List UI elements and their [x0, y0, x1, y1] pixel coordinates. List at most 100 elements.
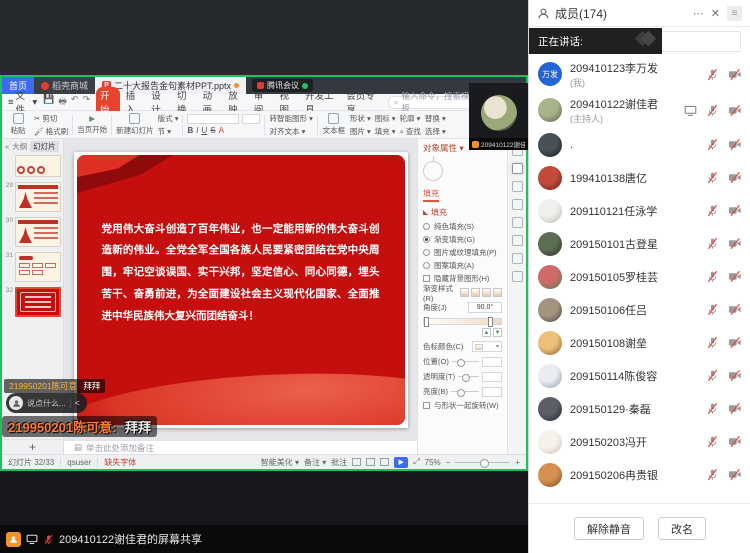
member-row[interactable]: 209150129·秦磊 — [529, 392, 750, 425]
props-strip-icon[interactable] — [512, 235, 523, 246]
textbox-button[interactable]: 文本框 — [322, 113, 346, 136]
gradient-stop[interactable] — [424, 317, 429, 327]
tab-slides[interactable]: 幻灯片 — [30, 141, 59, 152]
fill-section-header[interactable]: 填充 — [423, 207, 502, 218]
layout-button[interactable]: 版式 ▾ — [158, 113, 179, 124]
slide-sorter-view-icon[interactable] — [366, 458, 375, 466]
rotate-with-shape-option[interactable]: 与形状一起旋转(W) — [423, 399, 502, 412]
chat-input-placeholder[interactable]: 说点什么... — [27, 398, 66, 409]
member-row[interactable]: 209150106任吕 — [529, 293, 750, 326]
add-slide-button[interactable]: + — [2, 439, 63, 454]
member-row[interactable]: 万发209410123李万发(我) — [529, 56, 750, 92]
underline-button[interactable]: U — [202, 126, 208, 135]
replace-button[interactable]: 替换 ▾ — [425, 113, 446, 124]
new-slide-button[interactable]: 新建幻灯片 — [116, 113, 154, 136]
transparency-value[interactable] — [482, 372, 502, 382]
play-from-current-button[interactable]: ▶当页开始 — [77, 114, 107, 135]
notes-toggle-button[interactable]: 备注 ▾ — [304, 457, 326, 468]
gradient-stop[interactable] — [488, 317, 493, 327]
member-row[interactable]: 209410122谢佳君(主持人) — [529, 92, 750, 128]
remove-stop-button[interactable]: ▼ — [493, 328, 502, 337]
slide-canvas[interactable]: 党用伟大奋斗创造了百年伟业，也一定能用新的伟大奋斗创造新的伟业。全党全军全国各族… — [64, 139, 417, 440]
rename-button[interactable]: 改名 — [658, 517, 706, 540]
beautify-button[interactable]: 智能美化 ▾ — [261, 457, 299, 468]
select-button[interactable]: 选择 ▾ — [425, 126, 446, 137]
slide-thumbnail[interactable] — [15, 155, 61, 177]
zoom-in-button[interactable]: + — [515, 458, 520, 467]
props-strip-icon[interactable] — [512, 163, 523, 174]
outline-button[interactable]: 轮廓 ▾ — [400, 113, 421, 124]
slide-thumbnail[interactable] — [15, 217, 61, 247]
member-row[interactable]: 209150101古登星 — [529, 227, 750, 260]
picture-button[interactable]: 图片 ▾ — [350, 126, 371, 137]
more-options-button[interactable]: ⋯ — [693, 7, 704, 20]
quick-chat-bubble[interactable]: 说点什么... < — [6, 393, 87, 413]
slide-thumbnail[interactable] — [15, 252, 61, 282]
font-color-button[interactable]: A — [219, 126, 224, 135]
collapse-panel-button[interactable]: « — [5, 142, 9, 151]
smartart-convert-button[interactable]: 转智能图形 ▾ — [269, 113, 312, 124]
reading-view-icon[interactable] — [380, 458, 389, 466]
save-icon[interactable]: 💾 — [43, 94, 54, 110]
member-row[interactable]: 209110121任泳学 — [529, 194, 750, 227]
strike-button[interactable]: S — [210, 126, 215, 135]
close-panel-button[interactable]: ✕ — [711, 7, 720, 20]
font-name-box[interactable] — [187, 114, 239, 124]
member-row[interactable]: . — [529, 128, 750, 161]
zoom-out-button[interactable]: − — [446, 458, 451, 467]
slideshow-play-button[interactable]: ▶ — [394, 457, 408, 468]
find-button[interactable]: ⌕ 查找 — [400, 126, 421, 137]
fill-option[interactable]: 渐变填充(G) — [423, 233, 502, 246]
props-strip-icon[interactable] — [512, 199, 523, 210]
fill-option[interactable]: 纯色填充(S) — [423, 220, 502, 233]
zoom-slider[interactable] — [455, 462, 510, 463]
props-strip-icon[interactable] — [512, 271, 523, 282]
collapse-chat-button[interactable]: < — [75, 398, 80, 408]
slide-thumbnail[interactable] — [15, 182, 61, 212]
font-size-box[interactable] — [242, 114, 260, 124]
props-strip-icon[interactable] — [512, 217, 523, 228]
comment-button[interactable]: 批注 — [331, 457, 347, 468]
position-slider[interactable] — [452, 361, 479, 362]
panel-menu-button[interactable]: ≡ — [727, 6, 742, 21]
stop-color-dropdown[interactable]: ▾ — [472, 341, 502, 352]
position-value[interactable] — [482, 357, 502, 367]
redo-icon[interactable]: ↷ — [82, 94, 90, 110]
quick-access-toolbar[interactable]: 💾🖶↶↷ — [43, 94, 90, 110]
member-row[interactable]: 209150114陈俊容 — [529, 359, 750, 392]
current-slide[interactable]: 党用伟大奋斗创造了百年伟业，也一定能用新的伟大奋斗创造新的伟业。全党全军全国各族… — [74, 152, 408, 428]
member-row[interactable]: 199410138唐亿 — [529, 161, 750, 194]
bold-button[interactable]: B — [187, 126, 193, 135]
angle-input[interactable]: 90.0° — [468, 302, 502, 313]
italic-button[interactable]: I — [196, 126, 198, 135]
fit-slide-icon[interactable]: ⤢ — [413, 457, 419, 467]
missing-font-warning[interactable]: 缺失字体 — [104, 457, 136, 468]
gradient-bar[interactable] — [423, 318, 502, 325]
fill-tab[interactable]: 填充 — [423, 188, 439, 202]
cut-button[interactable]: ✂ 剪切 — [34, 113, 68, 124]
wps-store-tab[interactable]: 稻壳商城 — [34, 77, 95, 94]
normal-view-icon[interactable] — [352, 458, 361, 466]
unmute-button[interactable]: 解除静音 — [574, 517, 644, 540]
members-icon[interactable] — [6, 532, 21, 547]
section-button[interactable]: 节 ▾ — [158, 126, 179, 137]
slide-thumbnail[interactable] — [15, 287, 61, 317]
brightness-value[interactable] — [482, 387, 502, 397]
fill-option[interactable]: 图片或纹理填充(P) — [423, 246, 502, 259]
paste-button[interactable]: 粘贴 — [6, 113, 30, 136]
member-row[interactable]: 209150203冯开 — [529, 425, 750, 458]
gradient-style-button[interactable] — [482, 288, 491, 297]
icon-gallery-button[interactable]: 图标 ▾ — [375, 113, 396, 124]
floating-video-window[interactable]: 209410122谢佳君 — [469, 83, 528, 150]
member-row[interactable]: 209150206冉贵银 — [529, 458, 750, 491]
brightness-slider[interactable] — [451, 391, 479, 392]
print-icon[interactable]: 🖶 — [58, 94, 67, 110]
member-row[interactable]: 209150108谢垒 — [529, 326, 750, 359]
shape-button[interactable]: 形状 ▾ — [350, 113, 371, 124]
add-stop-button[interactable]: ▲ — [482, 328, 491, 337]
gradient-style-button[interactable] — [493, 288, 502, 297]
props-strip-icon[interactable] — [512, 181, 523, 192]
format-painter-button[interactable]: 🖌 格式刷 — [34, 126, 68, 137]
props-strip-icon[interactable] — [512, 253, 523, 264]
member-row[interactable]: 209150105罗桂芸 — [529, 260, 750, 293]
